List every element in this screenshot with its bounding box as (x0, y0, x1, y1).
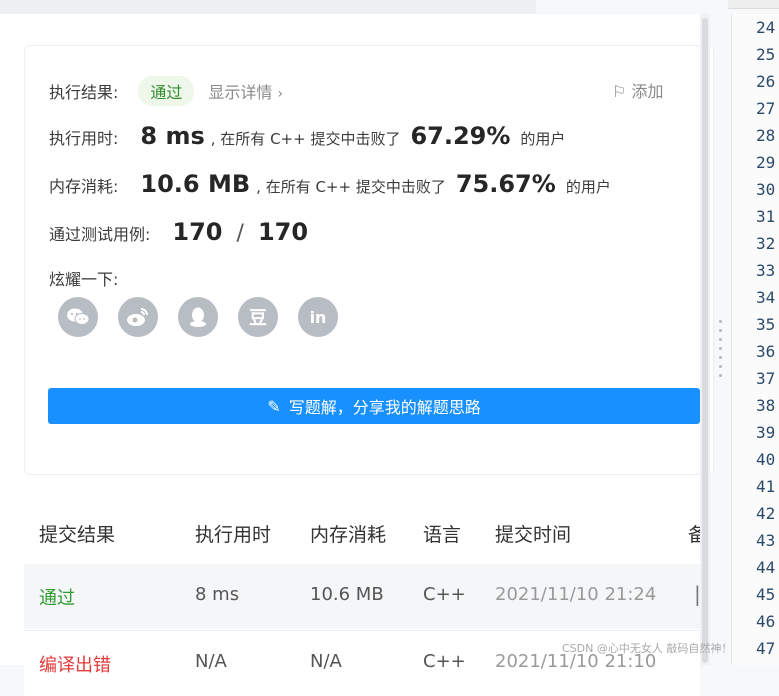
wechat-icon[interactable] (58, 297, 98, 337)
line-number: 26 (756, 72, 776, 91)
testcases-passed: 170 (172, 218, 223, 246)
memory-suffix: 的用户 (565, 178, 611, 196)
line-number: 29 (756, 153, 776, 172)
header-runtime: 执行用时 (195, 524, 272, 546)
qq-icon[interactable] (178, 297, 218, 337)
douban-icon[interactable]: 豆 (238, 297, 278, 337)
runtime-row: 执行用时: 8 ms , 在所有 C++ 提交中击败了 67.29% 的用户 (49, 122, 565, 150)
top-strip (0, 0, 536, 14)
row-language: C++ (423, 584, 466, 605)
share-label: 炫耀一下: (49, 270, 119, 289)
testcases-separator: / (236, 221, 244, 246)
line-number: 35 (756, 315, 776, 334)
row-result[interactable]: 通过 (39, 584, 75, 610)
details-link[interactable]: 显示详情 › (208, 79, 283, 103)
row-memory: 10.6 MB (310, 584, 384, 605)
panel-splitter-handle[interactable] (719, 320, 722, 377)
watermark: CSDN @心中无女人 敲码自然神！ (562, 642, 733, 655)
panel-scrollbar-thumb[interactable] (702, 18, 708, 663)
line-number: 44 (756, 558, 776, 577)
status-label: 执行结果: (49, 83, 119, 102)
editor-top-bar (728, 0, 779, 9)
header-language: 语言 (423, 524, 462, 546)
memory-text: , 在所有 C++ 提交中击败了 (256, 178, 446, 196)
flag-icon: ⚐ (612, 82, 627, 101)
pencil-icon: ✎ (267, 396, 281, 416)
line-number: 27 (756, 99, 776, 118)
row-result[interactable]: 编译出错 (39, 651, 111, 677)
row-language: C++ (423, 651, 466, 672)
line-number: 30 (756, 180, 776, 199)
line-number: 24 (756, 18, 776, 37)
line-number: 32 (756, 234, 776, 253)
line-number: 42 (756, 504, 776, 523)
line-number: 31 (756, 207, 776, 226)
runtime-label: 执行用时: (49, 129, 119, 148)
line-number: 43 (756, 531, 776, 550)
memory-label: 内存消耗: (49, 177, 119, 196)
linkedin-glyph: in (309, 307, 327, 327)
row-time: 2021/11/10 21:24 (495, 584, 657, 605)
chevron-right-icon: › (277, 86, 284, 102)
status-row: 执行结果: 通过 显示详情 › (49, 76, 283, 106)
memory-value: 10.6 MB (140, 170, 251, 198)
line-number: 25 (756, 45, 776, 64)
add-note-button[interactable]: ⚐ 添加 (612, 78, 663, 102)
line-number: 34 (756, 288, 776, 307)
write-solution-button[interactable]: ✎ 写题解，分享我的解题思路 (48, 388, 700, 424)
header-result: 提交结果 (39, 524, 116, 546)
line-number: 39 (756, 423, 776, 442)
add-note-label: 添加 (631, 82, 664, 101)
runtime-value: 8 ms (140, 122, 205, 150)
line-number: 47 (756, 639, 776, 658)
share-row: 炫耀一下: (49, 266, 118, 290)
table-header: 提交结果 执行用时 内存消耗 语言 提交时间 备 (24, 500, 707, 565)
share-buttons: 豆 in (58, 297, 338, 337)
row-runtime: N/A (195, 651, 227, 672)
testcases-total: 170 (257, 218, 309, 246)
line-number: 38 (756, 396, 776, 415)
line-number: 40 (756, 450, 776, 469)
header-memory: 内存消耗 (310, 524, 387, 546)
runtime-suffix: 的用户 (520, 130, 566, 148)
line-number: 36 (756, 342, 776, 361)
line-number: 33 (756, 261, 776, 280)
testcases-label: 通过测试用例: (49, 225, 151, 244)
write-solution-label: 写题解，分享我的解题思路 (288, 398, 481, 417)
line-number: 41 (756, 477, 776, 496)
line-number: 45 (756, 585, 776, 604)
row-memory: N/A (310, 651, 342, 672)
line-number: 28 (756, 126, 776, 145)
weibo-icon[interactable] (118, 297, 158, 337)
status-badge: 通过 (138, 76, 195, 106)
table-row[interactable]: 通过 8 ms 10.6 MB C++ 2021/11/10 21:24 | (24, 564, 701, 629)
details-link-label: 显示详情 (208, 83, 273, 102)
runtime-text: , 在所有 C++ 提交中击败了 (210, 130, 401, 148)
memory-percent: 75.67% (455, 170, 556, 198)
header-time: 提交时间 (495, 524, 572, 546)
row-runtime: 8 ms (195, 584, 240, 605)
runtime-percent: 67.29% (410, 122, 511, 150)
memory-row: 内存消耗: 10.6 MB , 在所有 C++ 提交中击败了 75.67% 的用… (49, 170, 611, 198)
testcases-row: 通过测试用例: 170 / 170 (49, 218, 308, 246)
douban-glyph: 豆 (249, 308, 267, 329)
line-number: 46 (756, 612, 776, 631)
line-number: 37 (756, 369, 776, 388)
linkedin-icon[interactable]: in (298, 297, 338, 337)
